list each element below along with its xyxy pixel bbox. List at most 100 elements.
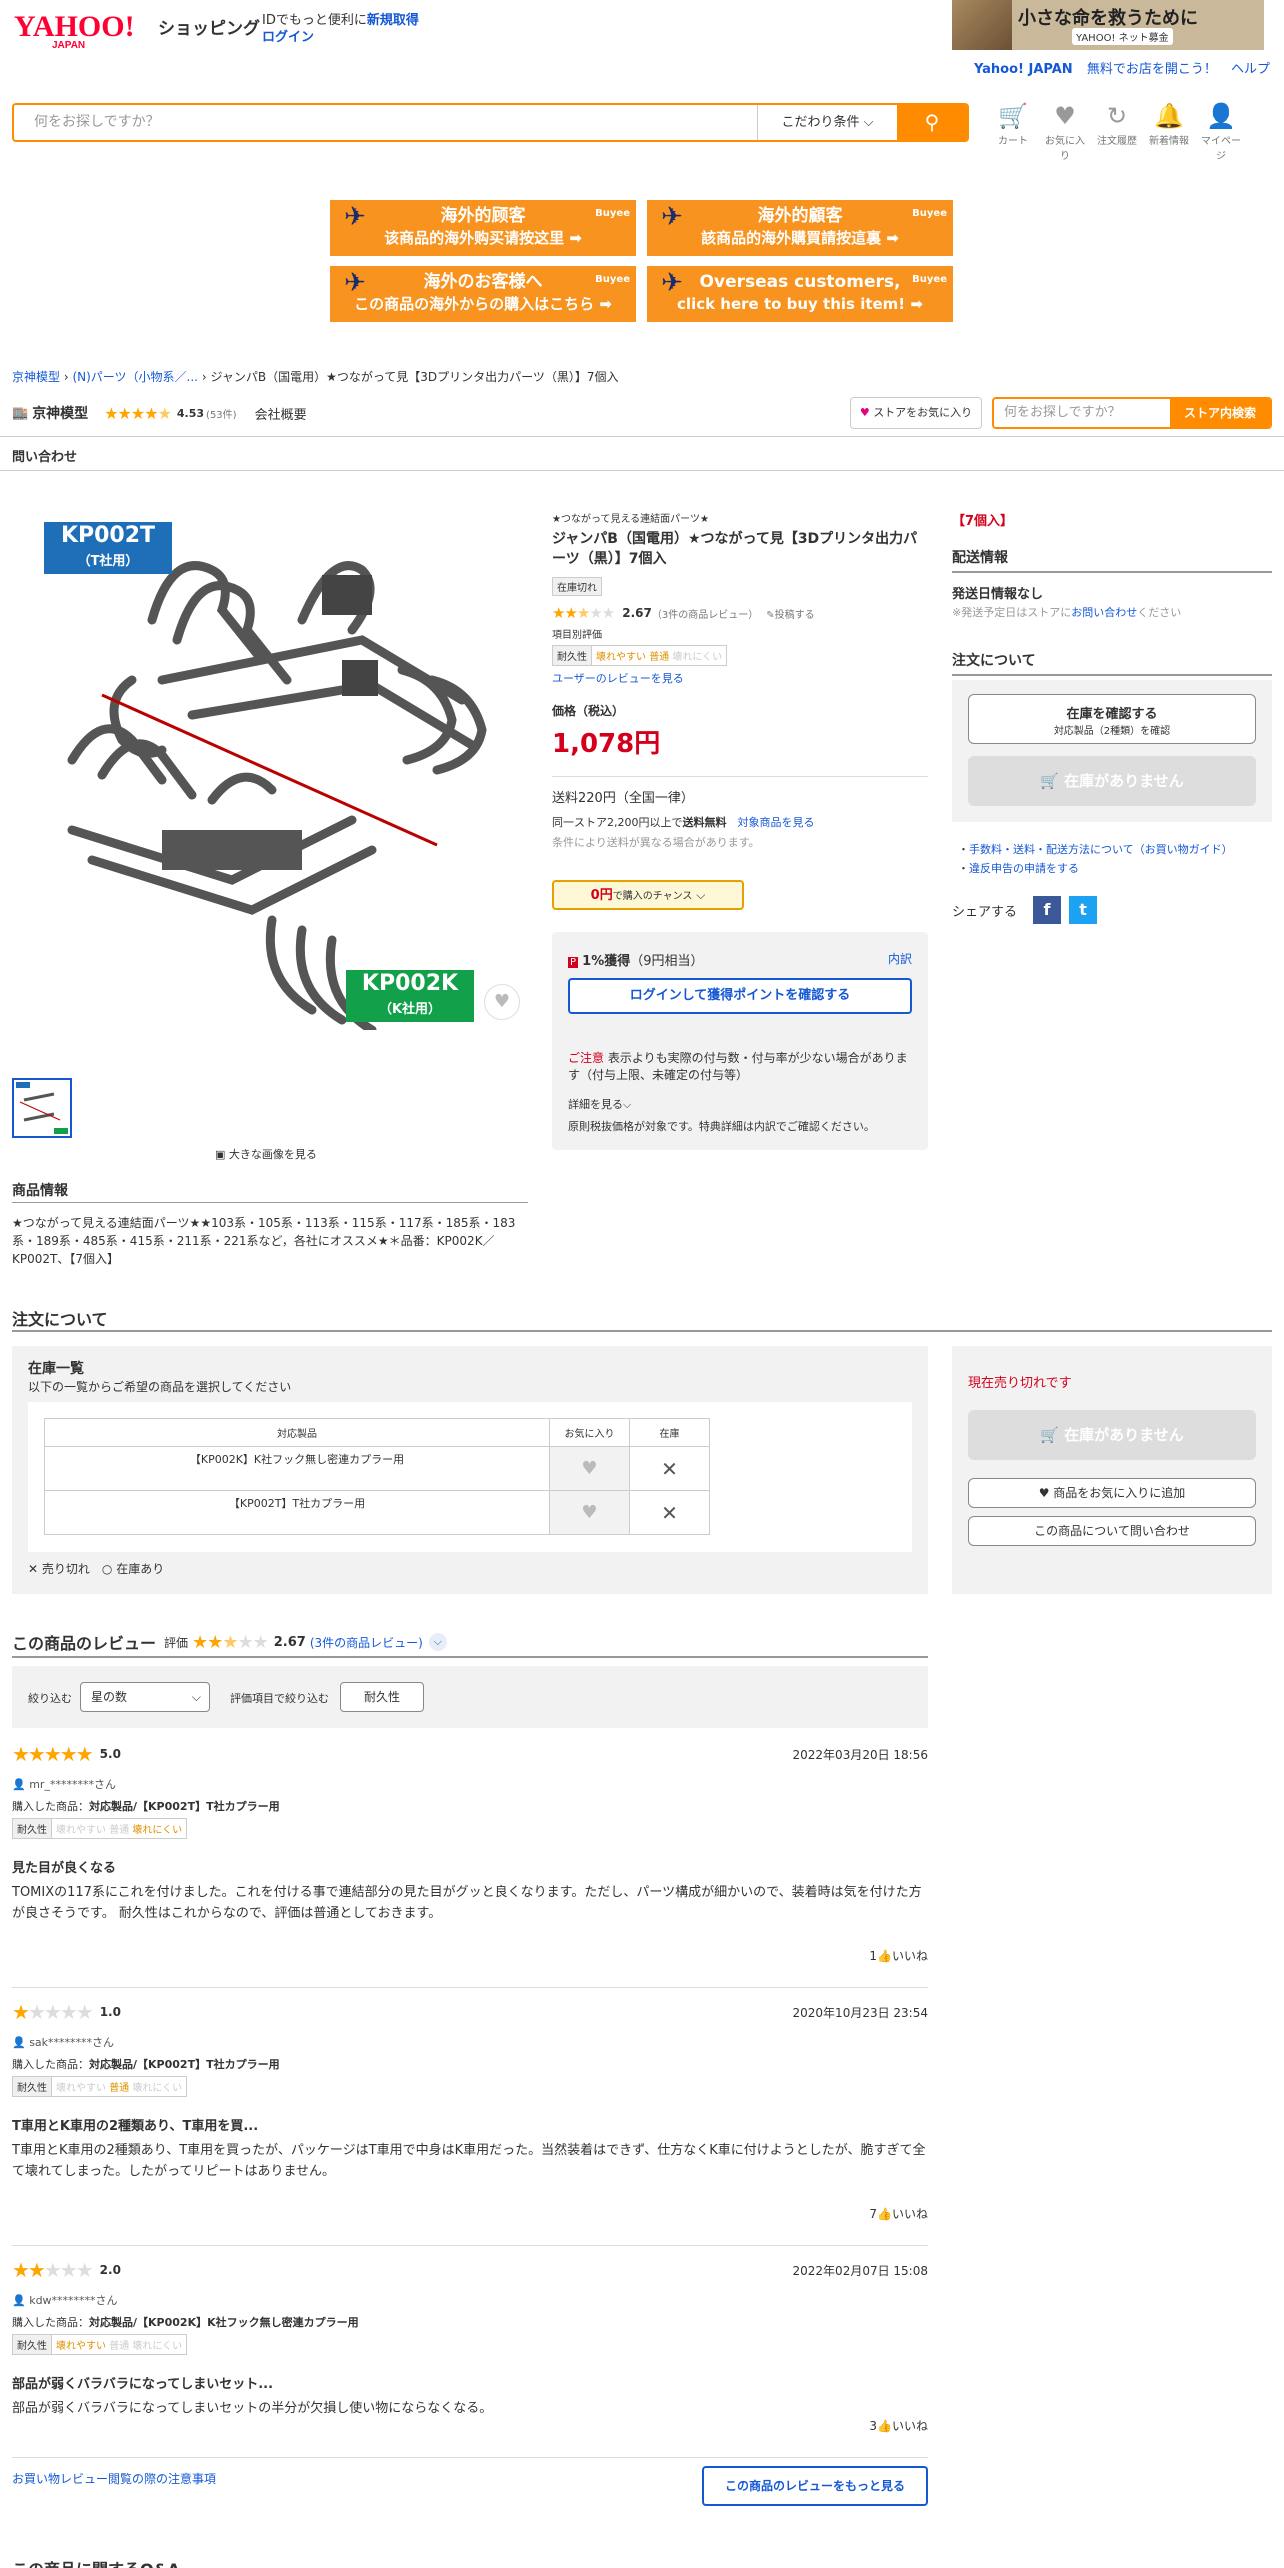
- review-guide: お買い物レビュー閲覧の際の注意事項: [12, 2470, 216, 2487]
- review-score: 2.0: [99, 2263, 121, 2277]
- buyee-banner-en[interactable]: ✈ Buyee Overseas customers, click here to …: [647, 266, 953, 322]
- edit-icon: ✎: [766, 609, 775, 621]
- favorites-button[interactable]: ♥ お気に入り: [1042, 100, 1088, 162]
- search-input[interactable]: 何をお探しですか？: [14, 105, 757, 140]
- store-inquiry-link[interactable]: 問い合わせ: [12, 446, 77, 465]
- thumbnail-image: [14, 1080, 70, 1136]
- mypage-button[interactable]: 👤 マイページ: [1198, 100, 1244, 162]
- filter-condition-dropdown[interactable]: こだわり条件 ⌵: [757, 105, 897, 140]
- buyee-banner-cn-traditional[interactable]: ✈ Buyee 海外的顧客 該商品的海外購買請按這裏 ➡: [647, 200, 953, 256]
- table-row: 【KP002K】K社フック無し密連カプラー用 ♥ ✕: [44, 1446, 710, 1491]
- company-info-link[interactable]: 会社概要: [255, 404, 307, 423]
- points-row: P 1%獲得（9円相当）: [568, 950, 704, 969]
- news-button[interactable]: 🔔 新着情報: [1146, 100, 1192, 162]
- chevron-down-icon: ⌵: [696, 888, 706, 902]
- review-body: T車用とK車用の2種類あり、T車用を買ったが、パッケージはT車用で中身はK車用だ…: [12, 2143, 926, 2179]
- points-detail-link[interactable]: 内訳: [888, 950, 912, 967]
- more-reviews-button[interactable]: この商品のレビューをもっと見る: [702, 2466, 928, 2506]
- store-favorite-button[interactable]: ♥ ストアをお気に入り: [850, 397, 982, 429]
- circle-icon: ○: [101, 1562, 113, 1576]
- like-button[interactable]: 3👍いいね: [869, 2417, 928, 2434]
- post-review-label: 投稿する: [774, 609, 815, 621]
- dur-scale-normal: 普通: [109, 1825, 130, 1836]
- shipping-guide-link[interactable]: 手数料・送料・配送方法について（お買い物ガイド）: [969, 843, 1233, 856]
- buyee-line2: click here to buy this item! ➡: [677, 295, 923, 313]
- dur-scale-fragile: 壊れやすい: [56, 1825, 106, 1836]
- breadcrumb-store[interactable]: 京神模型: [12, 370, 60, 384]
- yahoo-japan-logo[interactable]: YAHOO! JAPAN: [12, 6, 156, 51]
- stock-badge: 在庫切れ: [552, 577, 602, 596]
- image-favorite-button[interactable]: ♥: [484, 984, 520, 1020]
- review-item: ★★★★★ 1.0 2020年10月23日 23:54 👤 sak********さん…: [12, 2000, 928, 2246]
- chevron-down-icon[interactable]: ⌵: [428, 1633, 447, 1651]
- dur-scale-fragile: 壊れやすい: [596, 652, 646, 663]
- store-review-count[interactable]: (53件): [206, 406, 237, 421]
- like-button[interactable]: 7👍いいね: [869, 2205, 928, 2222]
- cart-button[interactable]: 🛒 カート: [990, 100, 1036, 162]
- review-count-link[interactable]: (3件の商品レビュー): [310, 1634, 423, 1651]
- help-link[interactable]: ヘルプ: [1231, 62, 1270, 77]
- search-button[interactable]: ⚲: [897, 105, 967, 140]
- view-large-image-link[interactable]: ▣ 大きな画像を見る: [215, 1146, 317, 1162]
- review-guide-link[interactable]: お買い物レビュー閲覧の際の注意事項: [12, 2472, 216, 2486]
- durability-filter-button[interactable]: 耐久性: [340, 1682, 424, 1712]
- chevron-down-icon: ⌵: [623, 1098, 632, 1111]
- review-eval-label: 評価: [164, 1635, 189, 1650]
- donation-ad-banner[interactable]: 小さな命を救うために YAHOO! ネット募金: [952, 0, 1264, 50]
- login-points-button[interactable]: ログインして獲得ポイントを確認する: [568, 978, 912, 1014]
- login-link[interactable]: ログイン: [262, 30, 314, 45]
- row-product: 【KP002K】K社フック無し密連カプラー用: [44, 1446, 550, 1491]
- store-search-input[interactable]: 何をお探しですか？: [994, 399, 1170, 427]
- durability-label: 耐久性: [12, 1818, 52, 1839]
- star-filter-select[interactable]: 星の数 ⌵: [80, 1682, 210, 1712]
- caution-label: ご注意: [568, 1051, 605, 1065]
- purchase-chance-button[interactable]: 0円で購入のチャンス ⌵: [552, 880, 744, 910]
- signup-link[interactable]: 新規取得: [367, 13, 419, 28]
- store-search-button[interactable]: ストア内検索: [1170, 399, 1270, 427]
- tax-note: 原則税抜価格が対象です。特典詳細は内訳でご確認ください。: [568, 1120, 875, 1133]
- twitter-icon[interactable]: t: [1069, 896, 1098, 924]
- store-rating-stars: ★★★★★: [104, 403, 172, 423]
- bell-icon: 🔔: [1154, 102, 1184, 130]
- add-favorite-button[interactable]: ♥ 商品をお気に入りに追加: [968, 1478, 1256, 1508]
- breadcrumb-category[interactable]: (N)パーツ（小物系／...: [72, 370, 198, 384]
- sold-out-label: 現在売り切れです: [968, 1376, 1072, 1391]
- row-favorite-button[interactable]: ♥: [549, 1446, 630, 1491]
- check-stock-button[interactable]: 在庫を確認する 対応製品（2種類）を確認: [968, 694, 1256, 744]
- store-contact-link[interactable]: お問い合わせ: [1071, 606, 1137, 619]
- buyee-banner-jp[interactable]: ✈ Buyee 海外のお客様へ この商品の海外からの購入はこちら ➡: [330, 266, 636, 322]
- kitten-image: [952, 0, 1012, 50]
- buyee-logo: Buyee: [912, 208, 947, 219]
- cart-icon: 🛒: [1040, 772, 1059, 790]
- service-name: ショッピング: [158, 19, 260, 39]
- yahoo-japan-link[interactable]: Yahoo! JAPAN: [974, 62, 1073, 77]
- breadcrumb: 京神模型 › (N)パーツ（小物系／... › ジャンパB（国電用）★つながって…: [12, 370, 619, 384]
- detail-toggle[interactable]: 詳細を見る⌵: [568, 1096, 631, 1112]
- post-review-link[interactable]: ✎投稿する: [766, 606, 814, 621]
- thumbnail-1[interactable]: [12, 1078, 72, 1138]
- free-ship-items-link[interactable]: 対象商品を見る: [738, 816, 815, 829]
- product-rating-count[interactable]: （3件の商品レビュー）: [652, 606, 758, 621]
- delivery-heading: 配送情報: [952, 550, 1008, 566]
- price-label: 価格（税込）: [552, 704, 625, 718]
- open-store-link[interactable]: 無料でお店を開こう！: [1087, 62, 1217, 77]
- guide-links: ・手数料・送料・配送方法について（お買い物ガイド） ・違反申告の申請をする: [958, 843, 1233, 875]
- store-name[interactable]: 京神模型: [32, 403, 88, 423]
- row-stock-status: ✕: [629, 1490, 710, 1535]
- tag-t-sub: （T社用）: [77, 554, 139, 569]
- facebook-icon[interactable]: f: [1033, 896, 1062, 924]
- product-catch: ★つながって見える連結面パーツ★: [552, 514, 709, 525]
- delivery-note: ※発送予定日はストアにお問い合わせください: [952, 604, 1272, 620]
- order-history-button[interactable]: ↻ 注文履歴: [1094, 100, 1140, 162]
- ask-product-button[interactable]: この商品について問い合わせ: [968, 1516, 1256, 1546]
- user-reviews-link[interactable]: ユーザーのレビューを見る: [552, 672, 684, 685]
- buyee-banner-cn-simplified[interactable]: ✈ Buyee 海外的顾客 该商品的海外购买请按这里 ➡: [330, 200, 636, 256]
- like-button[interactable]: 1👍いいね: [869, 1947, 928, 1964]
- violation-report-link[interactable]: 違反申告の申請をする: [969, 862, 1079, 875]
- product-main-image[interactable]: KP002T （T社用） KP002K （K社用） ♥: [12, 500, 532, 1035]
- row-favorite-button[interactable]: ♥: [549, 1490, 630, 1535]
- heart-icon: ♥: [1054, 102, 1076, 130]
- order-box: 在庫を確認する 対応製品（2種類）を確認 🛒 在庫がありません: [952, 680, 1272, 822]
- dur-scale-fragile: 壊れやすい: [56, 2341, 106, 2352]
- review-item: ★★★★★ 2.0 2022年02月07日 15:08 👤 kdw********さん…: [12, 2258, 928, 2458]
